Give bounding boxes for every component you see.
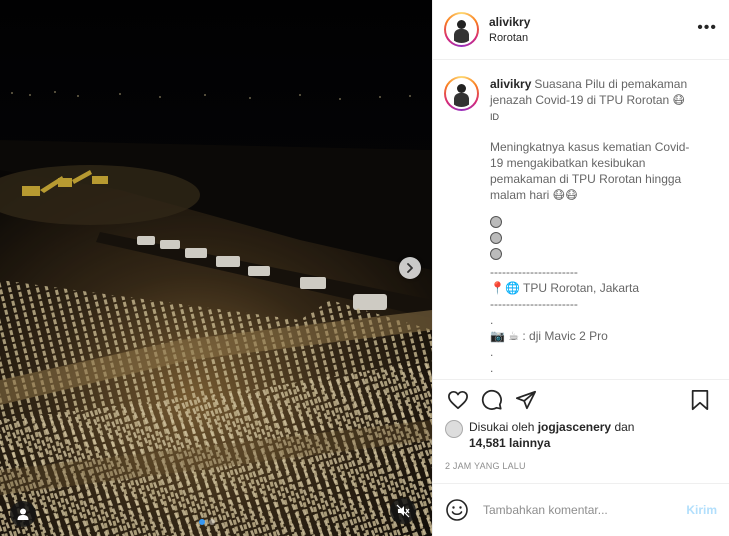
- circle-emoji: [490, 216, 502, 228]
- mute-toggle-button[interactable]: [390, 498, 416, 524]
- post-header: alivikry Rorotan •••: [433, 0, 729, 60]
- liker-username[interactable]: jogjascenery: [538, 420, 611, 434]
- comment-button[interactable]: [479, 387, 505, 413]
- liker-avatar[interactable]: [445, 420, 463, 438]
- cemetery-night-video: [0, 0, 432, 536]
- emoji-icon[interactable]: [445, 498, 469, 522]
- location-pin-icon: 📍🌐: [490, 281, 520, 295]
- caption-divider: ----------------------: [490, 297, 578, 311]
- post-location[interactable]: Rorotan: [489, 30, 530, 46]
- comments-section[interactable]: alivikry Suasana Pilu di pemakaman jenaza…: [433, 60, 729, 379]
- camera-icon: 📷 ☕: [490, 329, 520, 343]
- carousel-indicator: [199, 519, 215, 525]
- author-avatar[interactable]: [444, 12, 479, 47]
- next-slide-button[interactable]: [399, 257, 421, 279]
- carousel-dot-active: [199, 519, 205, 525]
- caption-divider: ----------------------: [490, 265, 578, 279]
- caption-dot: .: [490, 345, 494, 359]
- more-icon: •••: [697, 19, 717, 36]
- caption-text: alivikry Suasana Pilu di pemakaman jenaza…: [490, 76, 689, 376]
- language-tag: ID: [490, 112, 499, 122]
- caption-title-line: jenazah Covid-19 di TPU Rorotan 😷: [490, 93, 686, 107]
- author-username[interactable]: alivikry: [489, 14, 530, 30]
- caption-body-line: Meningkatnya kasus kematian Covid-: [490, 140, 690, 154]
- user-tag-icon: [17, 508, 29, 520]
- carousel-dot: [209, 519, 215, 525]
- post-caption: alivikry Suasana Pilu di pemakaman jenaza…: [444, 76, 717, 376]
- heart-icon: [448, 390, 468, 409]
- share-button[interactable]: [513, 387, 539, 413]
- post-comment-button[interactable]: Kirim: [686, 503, 717, 517]
- circle-emoji: [490, 248, 502, 260]
- caption-gear: : dji Mavic 2 Pro: [522, 329, 608, 343]
- likes-summary: Disukai oleh jogjascenery dan 14,581 lai…: [433, 419, 729, 451]
- caption-avatar[interactable]: [444, 76, 479, 111]
- caption-body-line: pemakaman di TPU Rorotan hingga: [490, 172, 682, 186]
- muted-speaker-icon: [396, 504, 410, 518]
- circle-emoji: [490, 232, 502, 244]
- caption-location: TPU Rorotan, Jakarta: [523, 281, 640, 295]
- bookmark-icon: [691, 389, 709, 410]
- add-comment-bar: Kirim: [433, 483, 729, 536]
- caption-body-line: 19 mengakibatkan kesibukan: [490, 156, 646, 170]
- caption-username[interactable]: alivikry: [490, 77, 531, 91]
- tagged-users-button[interactable]: [10, 501, 36, 527]
- post-media[interactable]: [0, 0, 432, 536]
- caption-dot: .: [490, 313, 494, 327]
- more-options-button[interactable]: •••: [697, 19, 717, 37]
- likes-prefix: Disukai oleh: [469, 420, 535, 434]
- comment-icon: [481, 389, 502, 410]
- next-arrow-icon: [407, 263, 413, 273]
- share-icon: [515, 390, 537, 409]
- caption-body-line: malam hari 😷😷: [490, 188, 578, 202]
- caption-dot: .: [490, 361, 494, 375]
- like-button[interactable]: [445, 387, 471, 413]
- save-button[interactable]: [687, 387, 713, 413]
- instagram-post: alivikry Rorotan ••• alivikry Suasana Pil…: [0, 0, 729, 536]
- likes-count[interactable]: 14,581 lainnya: [469, 436, 550, 450]
- caption-title-line: Suasana Pilu di pemakaman: [534, 77, 688, 91]
- circle-emoji-list: [490, 216, 689, 260]
- action-bar: [433, 379, 729, 419]
- post-timestamp[interactable]: 2 JAM YANG LALU: [433, 451, 729, 471]
- post-sidebar: alivikry Rorotan ••• alivikry Suasana Pil…: [432, 0, 729, 536]
- likes-connector: dan: [614, 420, 635, 434]
- comment-input[interactable]: [483, 503, 687, 517]
